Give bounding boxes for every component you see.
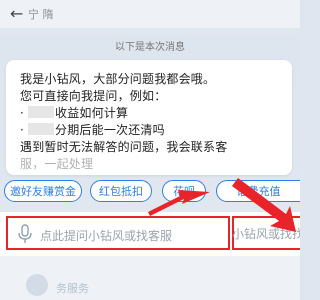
message-example-2[interactable]: · 分期后能一次还清吗 bbox=[20, 121, 165, 138]
microphone-icon[interactable] bbox=[16, 224, 34, 244]
quick-reply-invite[interactable]: 邀好友赚赏金 bbox=[4, 180, 82, 202]
message-divider-label: 以下是本次消息 bbox=[115, 42, 185, 53]
example-2-text: 分期后能一次还清吗 bbox=[55, 123, 165, 137]
quick-reply-topup[interactable]: 话费充值 bbox=[216, 180, 300, 202]
top-header: ← 宁 隋 bbox=[0, 0, 300, 28]
header-faint-label: 宁 隋 bbox=[28, 8, 54, 21]
bottom-faint-label: 务服务 bbox=[56, 282, 89, 295]
input-placeholder: 点此提问小钻风或找客服 bbox=[40, 229, 173, 243]
chat-screen: ← 宁 隋 以下是本次消息 我是小钻风，大部分问题我都会哦。 您可直接向我提问，… bbox=[0, 0, 300, 300]
redacted-block bbox=[28, 106, 55, 118]
input-bar: 点此提问小钻风或找客服 小钻风或找找找客服 bbox=[0, 212, 300, 256]
input-ghost-text: 小钻风或找找找客服 bbox=[232, 227, 300, 241]
quick-reply-huabei[interactable]: 花呗 bbox=[162, 180, 206, 202]
message-line-6: 服，一起处理 bbox=[20, 157, 94, 171]
back-arrow-icon[interactable]: ← bbox=[10, 6, 26, 22]
message-line-2: 您可直接向我提问，例如： bbox=[20, 89, 167, 103]
message-example-1[interactable]: · 收益如何计算 bbox=[20, 104, 128, 121]
message-line-5: 遇到暂时无法解答的问题，我会联系客 bbox=[20, 140, 228, 154]
service-icon bbox=[26, 274, 48, 296]
redacted-block bbox=[28, 123, 55, 135]
example-1-text: 收益如何计算 bbox=[55, 106, 129, 120]
bot-message-bubble: 我是小钻风，大部分问题我都会哦。 您可直接向我提问，例如： · 收益如何计算 ·… bbox=[6, 60, 292, 175]
message-line-1: 我是小钻风，大部分问题我都会哦。 bbox=[20, 72, 216, 86]
bottom-area: 务服务 bbox=[0, 256, 300, 300]
bullet-dot: · bbox=[20, 123, 25, 137]
question-input[interactable]: 点此提问小钻风或找客服 bbox=[6, 216, 230, 250]
quick-reply-row: 邀好友赚赏金 红包抵扣 花呗 话费充值 bbox=[0, 176, 300, 208]
quick-reply-redpacket[interactable]: 红包抵扣 bbox=[90, 180, 152, 202]
bullet-dot: · bbox=[20, 106, 25, 120]
